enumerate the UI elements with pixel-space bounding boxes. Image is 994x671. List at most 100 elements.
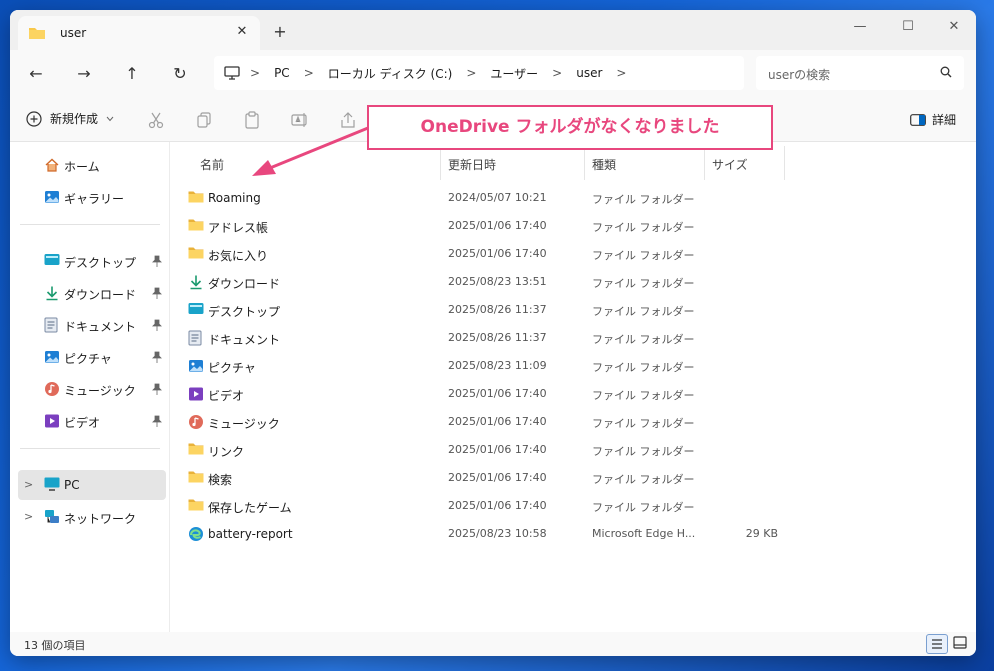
file-row[interactable]: アドレス帳 2025/01/06 17:40 ファイル フォルダー	[184, 212, 964, 240]
tab-close-icon[interactable]: ✕	[232, 22, 252, 42]
file-type: Microsoft Edge H...	[592, 527, 696, 540]
pin-icon[interactable]	[152, 383, 162, 395]
file-date: 2025/01/06 17:40	[448, 471, 547, 484]
folder-icon	[188, 218, 204, 234]
sidebar-item-label: ネットワーク	[64, 512, 137, 526]
details-view-button[interactable]	[926, 634, 948, 654]
file-row[interactable]: ドキュメント 2025/08/26 11:37 ファイル フォルダー	[184, 324, 964, 352]
breadcrumb-user[interactable]: user	[572, 66, 606, 80]
file-date: 2025/01/06 17:40	[448, 499, 547, 512]
address-bar[interactable]: > PC > ローカル ディスク (C:) > ユーザー > user >	[214, 56, 744, 90]
sidebar-item-desktop[interactable]: デスクトップ	[18, 246, 166, 276]
sidebar-item-pictures[interactable]: ピクチャ	[18, 342, 166, 372]
file-row[interactable]: ダウンロード 2025/08/23 13:51 ファイル フォルダー	[184, 268, 964, 296]
copy-icon[interactable]	[194, 110, 214, 130]
minimize-button[interactable]: —	[840, 16, 880, 38]
file-row[interactable]: 保存したゲーム 2025/01/06 17:40 ファイル フォルダー	[184, 492, 964, 520]
sidebar-item-pc[interactable]: > PC	[18, 470, 166, 500]
column-header-date[interactable]: 更新日時	[448, 156, 496, 173]
file-type: ファイル フォルダー	[592, 445, 695, 458]
share-icon[interactable]	[338, 110, 358, 130]
file-row[interactable]: 検索 2025/01/06 17:40 ファイル フォルダー	[184, 464, 964, 492]
sidebar-item-downloads[interactable]: ダウンロード	[18, 278, 166, 308]
file-date: 2025/01/06 17:40	[448, 219, 547, 232]
tab-user[interactable]: user ✕	[18, 16, 260, 50]
chevron-right-icon[interactable]: >	[24, 478, 33, 491]
pc-icon	[44, 477, 60, 491]
file-row[interactable]: リンク 2025/01/06 17:40 ファイル フォルダー	[184, 436, 964, 464]
sidebar-divider	[20, 448, 160, 449]
back-button[interactable]: ←	[24, 62, 48, 86]
breadcrumb-separator: >	[303, 66, 314, 80]
sidebar-item-gallery[interactable]: ギャラリー	[18, 182, 166, 212]
new-tab-button[interactable]: +	[270, 22, 290, 42]
sidebar-item-music[interactable]: ミュージック	[18, 374, 166, 404]
home-icon	[45, 158, 59, 172]
paste-icon[interactable]	[242, 110, 262, 130]
column-divider[interactable]	[704, 146, 705, 180]
chevron-right-icon[interactable]: >	[24, 510, 33, 523]
column-header-size[interactable]: サイズ	[712, 156, 748, 173]
forward-button[interactable]: →	[72, 62, 96, 86]
file-size: 29 KB	[745, 527, 778, 540]
desktop-icon	[44, 254, 60, 265]
annotation-callout: OneDrive フォルダがなくなりました	[367, 105, 773, 150]
file-row[interactable]: Roaming 2024/05/07 10:21 ファイル フォルダー	[184, 184, 964, 212]
breadcrumb-users[interactable]: ユーザー	[486, 65, 542, 82]
maximize-button[interactable]: ☐	[888, 16, 928, 38]
refresh-button[interactable]: ↻	[168, 62, 192, 86]
file-date: 2025/08/23 11:09	[448, 359, 547, 372]
file-type: ファイル フォルダー	[592, 277, 695, 290]
cut-icon[interactable]	[146, 110, 166, 130]
pin-icon[interactable]	[152, 415, 162, 427]
breadcrumb-pc[interactable]: PC	[270, 66, 294, 80]
sidebar-divider	[20, 224, 160, 225]
file-name: ビデオ	[208, 389, 245, 403]
breadcrumb-separator: >	[250, 66, 261, 80]
address-row: ← → ↑ ↻ > PC > ローカル ディスク (C:) > ユーザー > u…	[10, 50, 976, 98]
sidebar-item-documents[interactable]: ドキュメント	[18, 310, 166, 340]
search-input[interactable]: userの検索	[756, 56, 964, 90]
file-name: アドレス帳	[208, 221, 269, 235]
tab-title: user	[60, 26, 87, 40]
column-header-type[interactable]: 種類	[592, 156, 616, 173]
folder-icon	[29, 28, 45, 39]
file-row[interactable]: ビデオ 2025/01/06 17:40 ファイル フォルダー	[184, 380, 964, 408]
pin-icon[interactable]	[152, 287, 162, 299]
status-bar: 13 個の項目	[10, 632, 976, 656]
pin-icon[interactable]	[152, 255, 162, 267]
column-divider[interactable]	[784, 146, 785, 180]
sidebar-item-label: ビデオ	[64, 416, 101, 430]
close-window-button[interactable]: ✕	[934, 16, 974, 38]
new-button[interactable]: 新規作成	[26, 110, 114, 127]
details-pane-button[interactable]: 詳細	[910, 111, 956, 128]
file-date: 2025/01/06 17:40	[448, 247, 547, 260]
file-row[interactable]: ミュージック 2025/01/06 17:40 ファイル フォルダー	[184, 408, 964, 436]
rename-icon[interactable]	[290, 110, 310, 130]
sidebar-item-network[interactable]: > ネットワーク	[18, 502, 166, 532]
pin-icon[interactable]	[152, 319, 162, 331]
file-type: ファイル フォルダー	[592, 221, 695, 234]
navigation-pane: ホーム ギャラリー デスクトップ ダウンロード ドキュメント ピクチャ ミュージ…	[10, 142, 170, 632]
sidebar-item-label: デスクトップ	[64, 256, 137, 270]
file-list: 名前 更新日時 種類 サイズ Roaming 2024/05/07 10:21 ファ…	[170, 142, 976, 632]
file-date: 2025/01/06 17:40	[448, 443, 547, 456]
column-header-name[interactable]: 名前	[200, 156, 224, 173]
column-divider[interactable]	[440, 146, 441, 180]
sidebar-item-label: ギャラリー	[64, 192, 125, 206]
folder-icon	[188, 442, 204, 458]
file-row[interactable]: お気に入り 2025/01/06 17:40 ファイル フォルダー	[184, 240, 964, 268]
breadcrumb-local-disk[interactable]: ローカル ディスク (C:)	[324, 65, 457, 82]
file-row[interactable]: ピクチャ 2025/08/23 11:09 ファイル フォルダー	[184, 352, 964, 380]
monitor-icon	[224, 66, 240, 80]
up-button[interactable]: ↑	[120, 62, 144, 86]
file-row[interactable]: battery-report 2025/08/23 10:58 Microsoft …	[184, 520, 964, 548]
pin-icon[interactable]	[152, 351, 162, 363]
network-icon	[45, 510, 59, 523]
sidebar-item-videos[interactable]: ビデオ	[18, 406, 166, 436]
file-row[interactable]: デスクトップ 2025/08/26 11:37 ファイル フォルダー	[184, 296, 964, 324]
tiles-view-button[interactable]	[950, 634, 972, 654]
file-name: ダウンロード	[208, 277, 281, 291]
sidebar-item-home[interactable]: ホーム	[18, 150, 166, 180]
column-divider[interactable]	[584, 146, 585, 180]
